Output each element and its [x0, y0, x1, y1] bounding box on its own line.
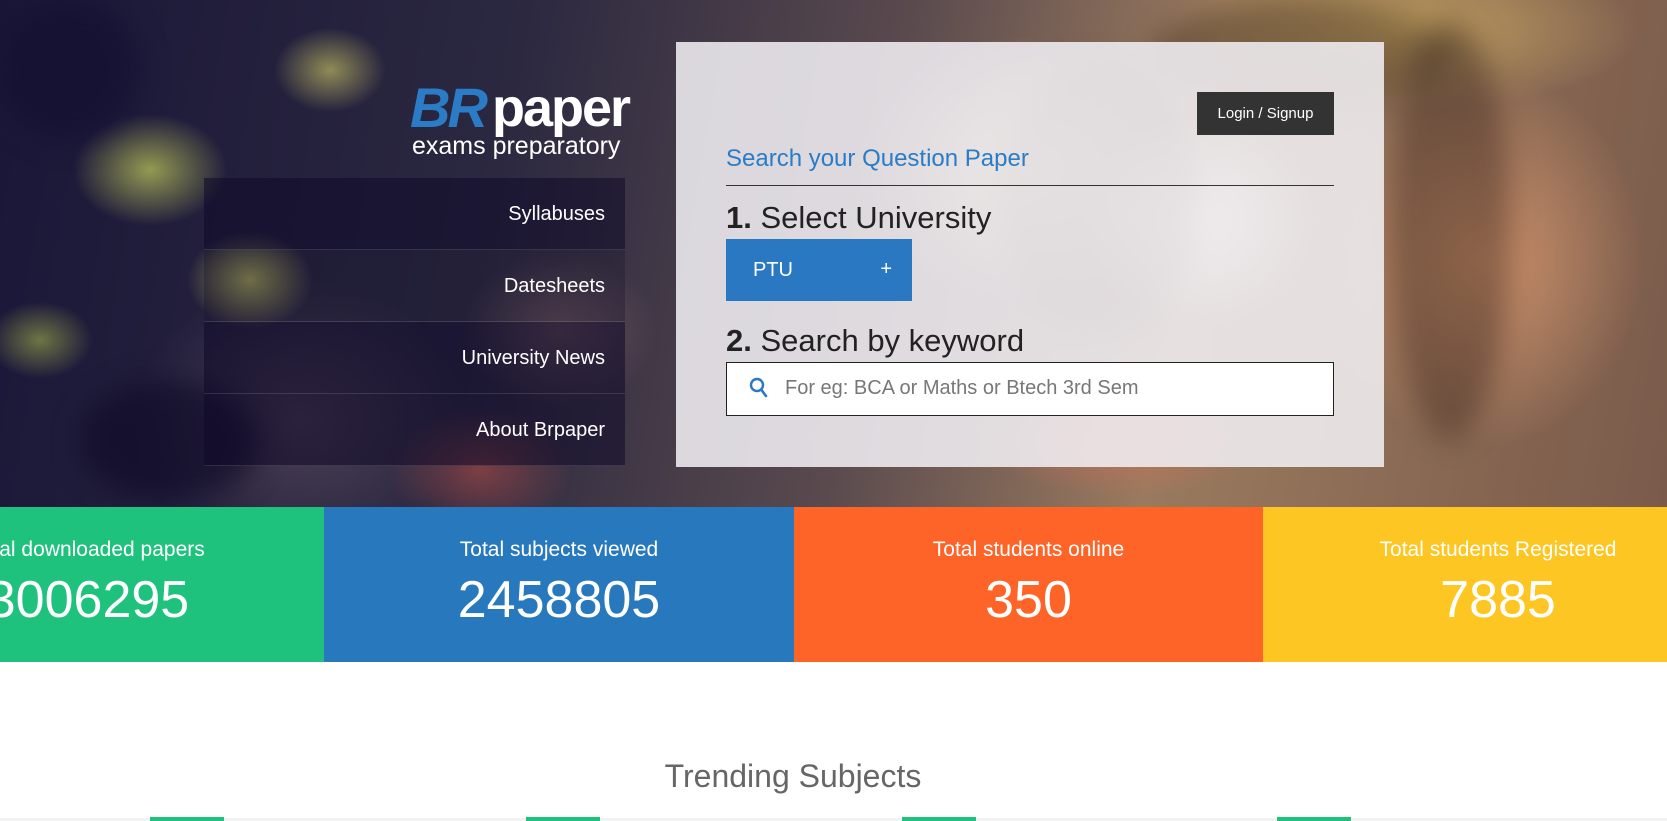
panel-divider — [726, 185, 1334, 186]
plus-icon: + — [880, 258, 892, 280]
stat-label: Total downloaded papers — [0, 538, 205, 561]
step1-number: 1. — [726, 200, 752, 235]
panel-title: Search your Question Paper — [726, 145, 1029, 172]
logo-paper-text: paper — [492, 78, 631, 138]
stat-downloaded-papers: Total downloaded papers 3006295 — [0, 507, 324, 662]
stat-value: 350 — [985, 571, 1072, 629]
hero-section: BR paper exams preparatory Syllabuses Da… — [0, 0, 1667, 507]
trending-subjects-title: Trending Subjects — [664, 758, 922, 794]
brpaper-logo[interactable]: BR paper exams preparatory — [410, 80, 631, 164]
step2-label: Search by keyword — [760, 323, 1025, 358]
stat-value: 3006295 — [0, 571, 190, 629]
logo-br-text: BR — [410, 76, 488, 139]
search-box — [726, 362, 1334, 416]
nav-item-syllabuses[interactable]: Syllabuses — [204, 178, 625, 250]
trending-card-tab — [902, 817, 976, 821]
search-panel: Login / Signup Search your Question Pape… — [676, 42, 1384, 467]
step-search-keyword-heading: 2. Search by keyword — [726, 323, 1024, 359]
stat-label: Total subjects viewed — [459, 538, 659, 561]
stat-label: Total students online — [932, 538, 1125, 561]
step2-number: 2. — [726, 323, 752, 358]
search-input[interactable] — [785, 363, 1325, 414]
stat-value: 2458805 — [457, 571, 661, 629]
nav-item-datesheets[interactable]: Datesheets — [204, 250, 625, 322]
trending-card-tab — [1277, 817, 1351, 821]
nav-item-about-brpaper[interactable]: About Brpaper — [204, 394, 625, 466]
stat-value: 7885 — [1440, 571, 1556, 629]
stats-bar: Total downloaded papers 3006295 Total su… — [0, 507, 1667, 662]
university-selected-value: PTU — [753, 259, 793, 281]
main-nav: Syllabuses Datesheets University News Ab… — [204, 178, 625, 466]
stat-subjects-viewed: Total subjects viewed 2458805 — [324, 507, 794, 662]
trending-card-tab — [150, 817, 224, 821]
login-signup-button[interactable]: Login / Signup — [1197, 92, 1334, 135]
step1-label: Select University — [760, 200, 992, 235]
nav-item-university-news[interactable]: University News — [204, 322, 625, 394]
logo-tagline: exams preparatory — [412, 132, 621, 160]
stat-students-registered: Total students Registered 7885 — [1263, 507, 1667, 662]
stat-label: Total students Registered — [1379, 538, 1617, 561]
page: BR paper exams preparatory Syllabuses Da… — [0, 0, 1667, 821]
university-select[interactable]: PTU + — [726, 239, 912, 301]
trending-card-tab — [526, 817, 600, 821]
step-select-university-heading: 1. Select University — [726, 200, 991, 236]
search-icon — [747, 375, 771, 403]
stat-students-online: Total students online 350 — [794, 507, 1263, 662]
